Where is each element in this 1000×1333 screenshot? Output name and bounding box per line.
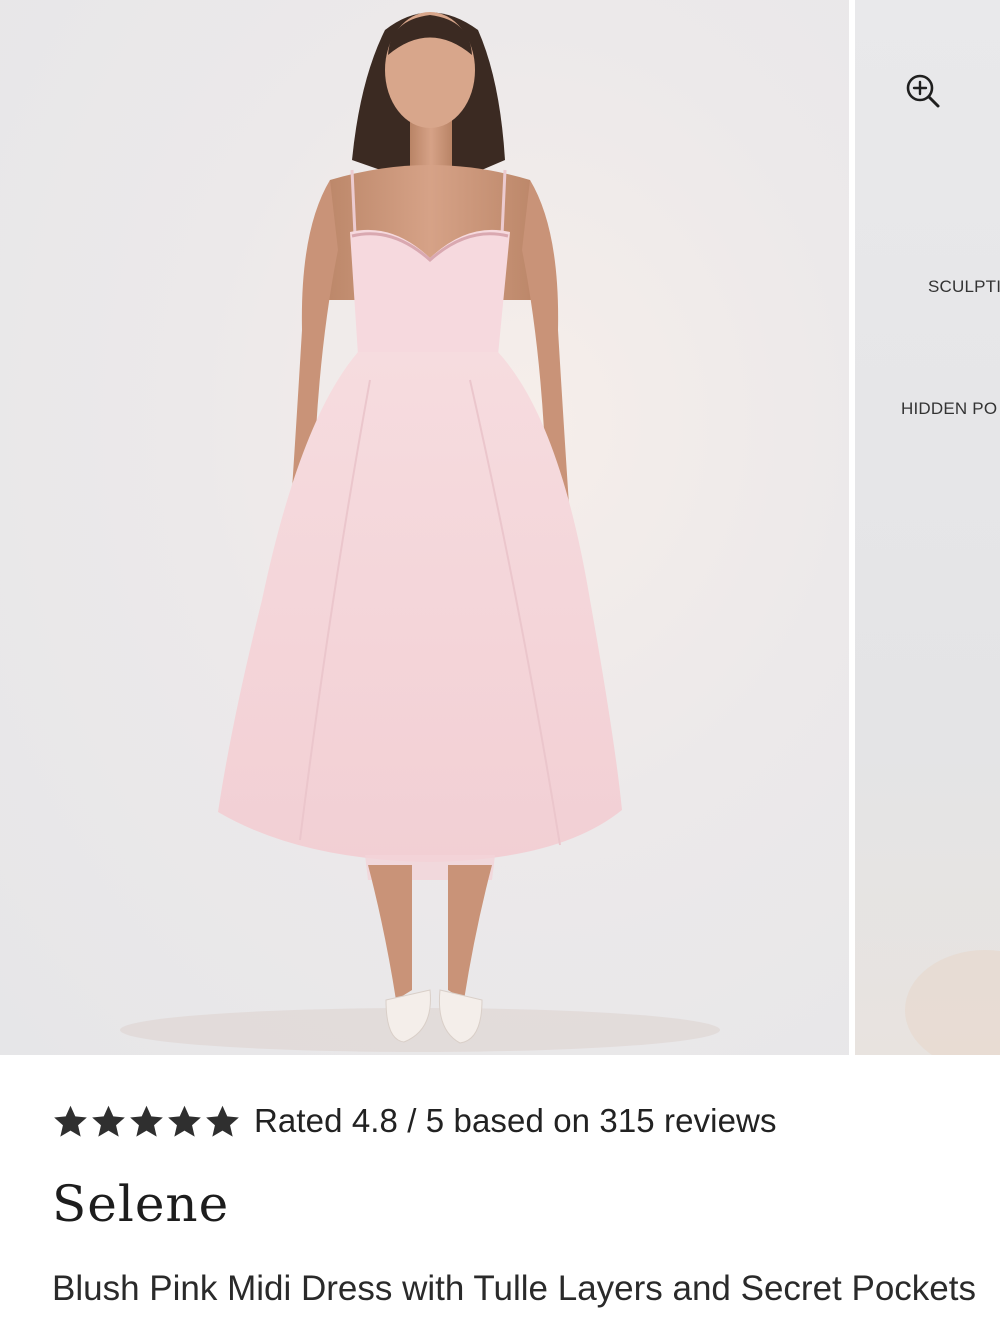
image-gallery[interactable]: SCULPTI HIDDEN PO <box>0 0 1000 1055</box>
star-icon <box>54 1105 87 1137</box>
star-rating <box>52 1103 241 1140</box>
gallery-slide-main[interactable] <box>0 0 849 1055</box>
star-icon <box>130 1105 163 1137</box>
product-subtitle: Blush Pink Midi Dress with Tulle Layers … <box>52 1269 976 1308</box>
rating-summary[interactable]: Rated 4.8 / 5 based on 315 reviews <box>52 1102 777 1140</box>
feature-callout-sculpting: SCULPTI <box>928 277 1000 296</box>
gallery-slide-next[interactable] <box>855 0 1000 1055</box>
star-icon <box>206 1105 239 1137</box>
zoom-in-icon <box>906 74 940 108</box>
next-slide-background <box>905 950 1000 1055</box>
product-page: SCULPTI HIDDEN PO Rated 4.8 / 5 based on… <box>0 0 1000 1333</box>
zoom-button[interactable] <box>900 68 946 114</box>
product-info: Rated 4.8 / 5 based on 315 reviews Selen… <box>0 1055 1000 1333</box>
product-title: Selene <box>52 1175 230 1233</box>
star-icon <box>168 1105 201 1137</box>
product-photo <box>120 12 720 1052</box>
feature-callout-hidden-pockets: HIDDEN PO <box>901 399 998 418</box>
star-icon <box>92 1105 125 1137</box>
rating-text[interactable]: Rated 4.8 / 5 based on 315 reviews <box>254 1102 777 1140</box>
